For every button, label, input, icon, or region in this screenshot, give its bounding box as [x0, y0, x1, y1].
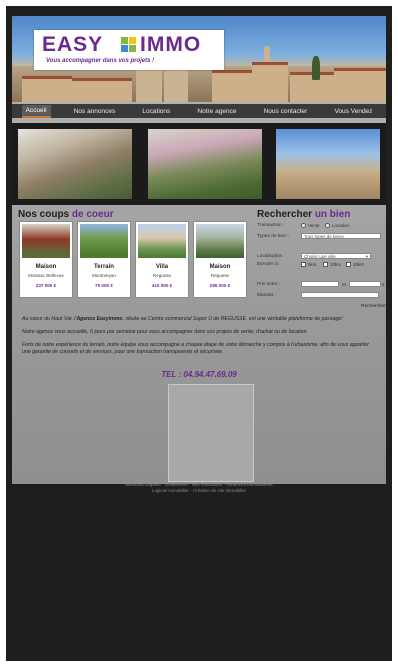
checkbox-20km-label: 20km: [353, 262, 365, 267]
village-house: [334, 68, 386, 102]
prix-et-label: et: [342, 282, 346, 287]
property-town: Regusse: [210, 273, 230, 278]
search-title: Rechercher un bien: [257, 209, 351, 220]
localisation-select[interactable]: Choisir une ville ▾: [301, 253, 371, 259]
checkbox-20km[interactable]: [346, 262, 351, 267]
radio-vente-label: Vente: [308, 223, 320, 228]
mandat-input[interactable]: [301, 292, 379, 298]
nav-item-accueil[interactable]: Accueil: [21, 104, 51, 118]
property-town: Regusse: [152, 273, 172, 278]
property-town: Montmeyan: [91, 273, 116, 278]
types-label: Types de bien :: [257, 234, 290, 239]
localisation-label: Localisation :: [257, 254, 285, 259]
prix-label: Prix entre :: [257, 282, 281, 287]
etendre-label: Etendre à :: [257, 262, 281, 267]
mandat-label: Mandat :: [257, 293, 276, 298]
property-card[interactable]: Maison Regusse 285 000 €: [193, 221, 247, 298]
transaction-label: Transaction :: [257, 223, 285, 228]
property-card[interactable]: Maison Moissac Bellevue 237 000 €: [19, 221, 73, 298]
phone-number[interactable]: TEL : 04.94.47.69.09: [12, 370, 386, 379]
intro-paragraph: Au coeur du Haut Var, l'Agence Easyimmo,…: [22, 316, 343, 322]
page-container: EASY IMMO Vous accompagner dans vos proj…: [12, 16, 386, 484]
photo-strip: [12, 123, 386, 205]
footer-links-line2[interactable]: Logiciel immobilier · Création de site i…: [6, 488, 392, 494]
prix-min-input[interactable]: [301, 281, 339, 287]
coups-title: Nos coups de coeur: [18, 209, 114, 220]
property-thumbnail: [138, 224, 186, 258]
property-town: Moissac Bellevue: [28, 273, 64, 278]
radio-location[interactable]: [325, 223, 330, 228]
footer: Mentions Légales · Lexiteimmo · Nos hono…: [6, 482, 392, 494]
checkbox-5km[interactable]: [301, 262, 306, 267]
church-spire: [264, 46, 270, 62]
logo-text-easy: EASY: [42, 33, 104, 56]
chevron-down-icon: ▾: [365, 254, 368, 259]
property-price: 237 000 €: [35, 283, 57, 288]
property-photo-stone-house[interactable]: [18, 129, 132, 199]
radio-vente[interactable]: [301, 223, 306, 228]
property-photo-villa[interactable]: [148, 129, 262, 199]
nav-item-vous-vendez[interactable]: Vous Vendez: [330, 106, 376, 117]
property-card[interactable]: Terrain Montmeyan 75 000 €: [77, 221, 131, 298]
village-house: [22, 76, 72, 102]
nav-item-nous-contacter[interactable]: Nous contacter: [260, 106, 312, 117]
property-thumbnail: [196, 224, 244, 258]
village-house: [212, 70, 252, 102]
property-thumbnail: [80, 224, 128, 258]
nav-item-locations[interactable]: Locations: [138, 106, 174, 117]
property-type: Villa: [155, 264, 169, 270]
village-house: [252, 62, 288, 102]
property-type: Maison: [209, 264, 231, 270]
property-type: Maison: [35, 264, 57, 270]
property-price: 285 000 €: [209, 283, 231, 288]
logo-squares-icon: [121, 37, 137, 53]
property-type: Terrain: [94, 264, 114, 270]
header-banner: EASY IMMO Vous accompagner dans vos proj…: [12, 16, 386, 102]
property-price: 75 000 €: [95, 283, 113, 288]
village-tower: [164, 70, 188, 102]
checkbox-10km-label: 10km: [330, 262, 342, 267]
agency-paragraph: Notre agence vous accueille, 6 jours par…: [22, 329, 308, 335]
embedded-map-frame[interactable]: [168, 384, 254, 482]
site-frame: EASY IMMO Vous accompagner dans vos proj…: [6, 6, 392, 661]
property-thumbnail: [22, 224, 70, 258]
site-logo[interactable]: EASY IMMO Vous accompagner dans vos proj…: [34, 30, 224, 70]
main-nav: Accueil Nos annonces Locations Notre age…: [12, 104, 386, 118]
property-price: 410 000 €: [151, 283, 173, 288]
property-photo-house-garden[interactable]: [276, 129, 380, 199]
logo-tagline: Vous accompagner dans vos projets !: [46, 58, 155, 64]
logo-text-immo: IMMO: [140, 33, 202, 56]
types-select[interactable]: Tous types de biens: [301, 233, 381, 239]
nav-item-nos-annonces[interactable]: Nos annonces: [70, 106, 120, 117]
radio-location-label: Location: [332, 223, 350, 228]
rechercher-button[interactable]: Rechercher: [361, 304, 386, 309]
nav-item-notre-agence[interactable]: Notre agence: [193, 106, 240, 117]
prix-unit-label: €: [382, 282, 385, 287]
cypress-tree: [312, 56, 320, 80]
checkbox-10km[interactable]: [323, 262, 328, 267]
prix-max-input[interactable]: [349, 281, 381, 287]
property-card[interactable]: Villa Regusse 410 000 €: [135, 221, 189, 298]
experience-paragraph: Forts de notre expérience du terrain, no…: [22, 342, 370, 355]
village-house: [72, 78, 132, 102]
checkbox-5km-label: 5km: [308, 262, 317, 267]
